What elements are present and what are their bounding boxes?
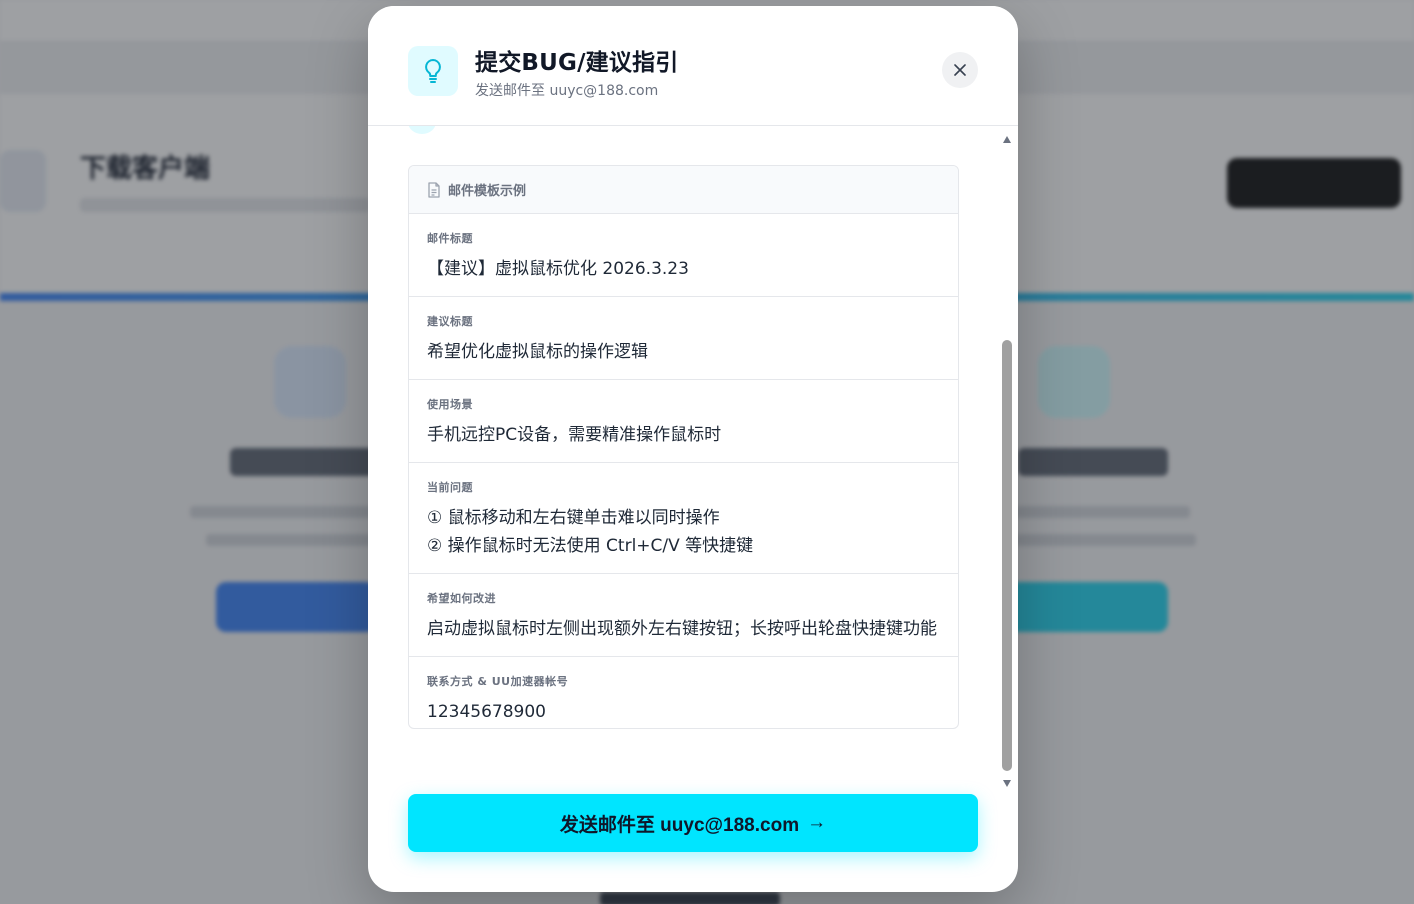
send-email-button[interactable]: 发送邮件至 uuyc@188.com → bbox=[408, 794, 978, 852]
template-card-header: 邮件模板示例 bbox=[409, 166, 958, 214]
scrollbar[interactable] bbox=[1001, 130, 1013, 794]
field-value-line: ② 操作鼠标时无法使用 Ctrl+C/V 等快捷键 bbox=[427, 536, 754, 556]
field-label: 联系方式 & UU加速器帐号 bbox=[427, 675, 569, 688]
document-icon bbox=[428, 181, 440, 198]
field-value: 12345678900 bbox=[427, 702, 546, 722]
template-field-current-issue: 当前问题 ① 鼠标移动和左右键单击难以同时操作 ② 操作鼠标时无法使用 Ctrl… bbox=[409, 463, 958, 574]
previous-step-row bbox=[408, 126, 908, 134]
field-label: 建议标题 bbox=[427, 315, 473, 328]
field-value: 【建议】虚拟鼠标优化 2026.3.23 bbox=[427, 259, 689, 279]
modal-title: 提交BUG/建议指引 bbox=[475, 50, 679, 76]
field-label: 使用场景 bbox=[427, 398, 473, 411]
template-field-suggestion-title: 建议标题 希望优化虚拟鼠标的操作逻辑 bbox=[409, 297, 958, 380]
arrow-right-icon: → bbox=[807, 812, 827, 833]
scrollbar-thumb[interactable] bbox=[1002, 340, 1012, 771]
bug-report-modal: 提交BUG/建议指引 发送邮件至 uuyc@188.com 邮件模板示例 邮件标… bbox=[368, 6, 1018, 892]
field-label: 希望如何改进 bbox=[427, 592, 496, 605]
scroll-down-arrow-icon[interactable] bbox=[1003, 780, 1011, 787]
field-label: 当前问题 bbox=[427, 481, 473, 494]
lightbulb-icon bbox=[408, 46, 458, 96]
scroll-up-arrow-icon[interactable] bbox=[1003, 136, 1011, 143]
template-field-subject: 邮件标题 【建议】虚拟鼠标优化 2026.3.23 bbox=[409, 214, 958, 297]
template-field-contact: 联系方式 & UU加速器帐号 12345678900 bbox=[409, 657, 958, 728]
field-label: 邮件标题 bbox=[427, 232, 473, 245]
step-marker-icon bbox=[408, 126, 436, 134]
template-field-improvement: 希望如何改进 启动虚拟鼠标时左侧出现额外左右键按钮；长按呼出轮盘快捷键功能 bbox=[409, 574, 958, 657]
modal-subtitle: 发送邮件至 uuyc@188.com bbox=[475, 83, 659, 99]
modal-scroll-content[interactable]: 邮件模板示例 邮件标题 【建议】虚拟鼠标优化 2026.3.23 建议标题 希望… bbox=[368, 126, 1018, 786]
close-button[interactable] bbox=[942, 52, 978, 88]
modal-header: 提交BUG/建议指引 发送邮件至 uuyc@188.com bbox=[368, 6, 1018, 126]
field-value: 启动虚拟鼠标时左侧出现额外左右键按钮；长按呼出轮盘快捷键功能 bbox=[427, 619, 937, 639]
field-value: 手机远控PC设备，需要精准操作鼠标时 bbox=[427, 425, 722, 445]
field-value: 希望优化虚拟鼠标的操作逻辑 bbox=[427, 342, 648, 362]
template-field-scenario: 使用场景 手机远控PC设备，需要精准操作鼠标时 bbox=[409, 380, 958, 463]
close-icon bbox=[954, 64, 966, 76]
send-email-label: 发送邮件至 uuyc@188.com bbox=[559, 814, 800, 836]
template-card-label: 邮件模板示例 bbox=[448, 184, 527, 199]
email-template-card: 邮件模板示例 邮件标题 【建议】虚拟鼠标优化 2026.3.23 建议标题 希望… bbox=[408, 165, 959, 729]
field-value-line: ① 鼠标移动和左右键单击难以同时操作 bbox=[427, 508, 720, 528]
